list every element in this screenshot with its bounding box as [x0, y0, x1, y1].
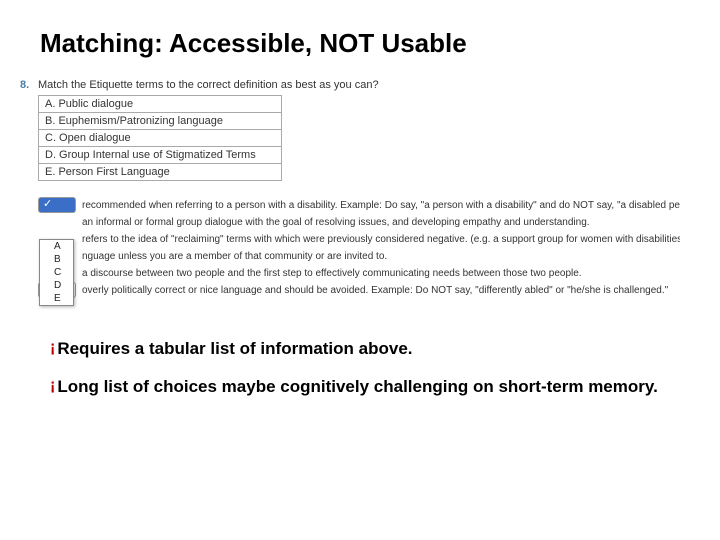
definition-row: an informal or formal group dialogue wit…: [38, 214, 680, 230]
definition-text: recommended when referring to a person w…: [82, 200, 680, 211]
bullet-icon: ¡: [50, 376, 55, 398]
bullet-item: ¡ Long list of choices maybe cognitively…: [50, 376, 680, 398]
bullet-text: Requires a tabular list of information a…: [57, 338, 680, 360]
term-d: D. Group Internal use of Stigmatized Ter…: [39, 147, 282, 164]
dropdown-option-d[interactable]: D: [40, 279, 73, 292]
dropdown-option-a[interactable]: A: [40, 240, 73, 253]
definition-row: ✓ recommended when referring to a person…: [38, 197, 680, 213]
definition-text: nguage unless you are a member of that c…: [82, 251, 387, 262]
definition-row: refers to the idea of "reclaiming" terms…: [38, 231, 680, 247]
terms-table: A. Public dialogue B. Euphemism/Patroniz…: [38, 95, 282, 181]
bullet-item: ¡ Requires a tabular list of information…: [50, 338, 680, 360]
definition-row: a discourse between two people and the f…: [38, 265, 680, 281]
term-a: A. Public dialogue: [39, 96, 282, 113]
bullet-text: Long list of choices maybe cognitively c…: [57, 376, 680, 398]
term-b: B. Euphemism/Patronizing language: [39, 113, 282, 130]
definition-row: ▴▾ overly politically correct or nice la…: [38, 282, 680, 298]
bullet-icon: ¡: [50, 338, 55, 360]
page-title: Matching: Accessible, NOT Usable: [40, 28, 680, 59]
question-number: 8.: [20, 77, 38, 91]
dropdown-option-c[interactable]: C: [40, 266, 73, 279]
bullet-list: ¡ Requires a tabular list of information…: [50, 338, 680, 398]
definition-text: overly politically correct or nice langu…: [82, 285, 668, 296]
dropdown-menu-open[interactable]: A B C D E: [39, 239, 74, 306]
definition-text: an informal or formal group dialogue wit…: [82, 217, 590, 228]
definition-text: a discourse between two people and the f…: [82, 268, 582, 279]
term-e: E. Person First Language: [39, 164, 282, 181]
term-c: C. Open dialogue: [39, 130, 282, 147]
dropdown-option-b[interactable]: B: [40, 253, 73, 266]
match-dropdown[interactable]: ✓: [38, 197, 76, 213]
dropdown-option-e[interactable]: E: [40, 292, 73, 305]
question-block: 8. Match the Etiquette terms to the corr…: [20, 77, 680, 298]
definition-text: refers to the idea of "reclaiming" terms…: [82, 234, 680, 245]
definition-row: nguage unless you are a member of that c…: [38, 248, 680, 264]
definitions-list: ✓ recommended when referring to a person…: [38, 197, 680, 298]
question-prompt: Match the Etiquette terms to the correct…: [38, 77, 379, 91]
